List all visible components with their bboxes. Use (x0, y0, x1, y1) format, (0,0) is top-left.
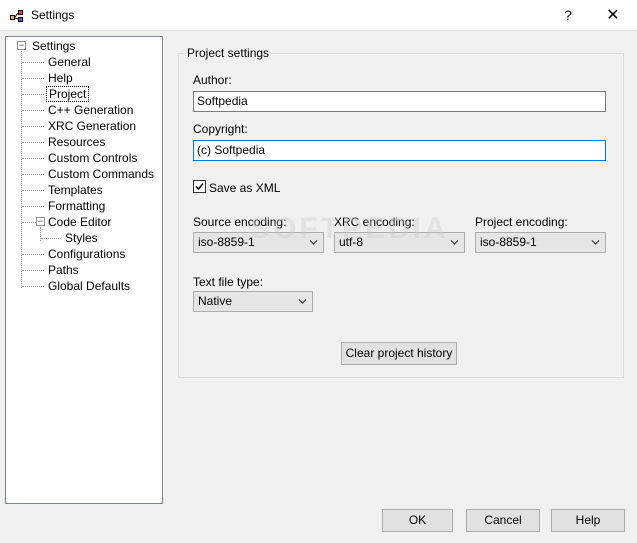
text-file-type-label: Text file type: (193, 275, 264, 289)
tree-connector (41, 238, 61, 239)
tree-connector (22, 94, 44, 95)
tree-item-label: Templates (48, 183, 103, 197)
tree-item-label: Configurations (48, 247, 126, 261)
ok-button[interactable]: OK (382, 509, 453, 532)
tree-item-label: General (48, 55, 91, 69)
tree-item-project[interactable]: Project (46, 86, 90, 102)
window-title: Settings (31, 8, 75, 22)
tree-item-templates[interactable]: Templates (46, 182, 105, 198)
tree-item-label: Global Defaults (48, 279, 131, 293)
checkmark-icon (195, 183, 204, 191)
tree-item-label: Formatting (48, 199, 106, 213)
tree-connector (22, 142, 44, 143)
tree-connector (21, 51, 22, 288)
tree-item-styles[interactable]: Styles (63, 230, 100, 246)
tree-item-formatting[interactable]: Formatting (46, 198, 107, 214)
tree-connector (22, 158, 44, 159)
tree-item-label: Code Editor (48, 215, 112, 229)
tree-item-configurations[interactable]: Configurations (46, 246, 127, 262)
source-encoding-label: Source encoding: (193, 215, 287, 229)
tree-item-label: Custom Controls (48, 151, 138, 165)
tree-connector (22, 110, 44, 111)
tree-item-c-generation[interactable]: C++ Generation (46, 102, 135, 118)
text-file-type-select[interactable]: Native (193, 291, 313, 312)
text-file-type-value: Native (198, 294, 233, 308)
tree-item-label: Styles (65, 231, 98, 245)
tree-connector (22, 126, 44, 127)
settings-tree[interactable]: − Settings General Help Project C++ Generat… (5, 36, 163, 504)
help-button[interactable]: Help (551, 509, 625, 532)
tree-item-code-editor[interactable]: Code Editor (46, 214, 113, 230)
project-encoding-label: Project encoding: (475, 215, 568, 229)
app-icon (9, 8, 25, 24)
help-title-button[interactable]: ? (546, 0, 590, 31)
tree-item-paths[interactable]: Paths (46, 262, 81, 278)
tree-item-custom-controls[interactable]: Custom Controls (46, 150, 139, 166)
tree-item-label: Custom Commands (48, 167, 155, 181)
collapse-icon[interactable]: − (36, 217, 45, 226)
tree-connector (22, 174, 44, 175)
title-bar: Settings ? ✕ (0, 0, 637, 31)
save-as-xml-label[interactable]: Save as XML (209, 181, 280, 195)
chevron-down-icon (450, 240, 459, 245)
tree-root-settings[interactable]: − Settings (10, 38, 77, 54)
tree-item-xrc-generation[interactable]: XRC Generation (46, 118, 138, 134)
tree-item-global-defaults[interactable]: Global Defaults (46, 278, 132, 294)
tree-item-label: C++ Generation (48, 103, 134, 117)
save-as-xml-checkbox[interactable] (193, 180, 206, 193)
clear-project-history-button[interactable]: Clear project history (341, 342, 457, 365)
xrc-encoding-select[interactable]: utf-8 (334, 232, 465, 253)
tree-connector (22, 206, 44, 207)
copyright-label: Copyright: (193, 122, 248, 136)
tree-item-label: Resources (48, 135, 106, 149)
tree-item-label: Help (48, 71, 73, 85)
chevron-down-icon (309, 240, 318, 245)
tree-item-label: Project (46, 86, 90, 102)
chevron-down-icon (591, 240, 600, 245)
tree-connector (22, 62, 44, 63)
tree-item-help[interactable]: Help (46, 70, 75, 86)
project-encoding-select[interactable]: iso-8859-1 (475, 232, 606, 253)
group-title: Project settings (184, 46, 273, 60)
tree-item-label: XRC Generation (48, 119, 137, 133)
tree-item-general[interactable]: General (46, 54, 93, 70)
tree-item-custom-commands[interactable]: Custom Commands (46, 166, 156, 182)
source-encoding-value: iso-8859-1 (198, 235, 255, 249)
xrc-encoding-value: utf-8 (339, 235, 364, 249)
close-title-button[interactable]: ✕ (591, 0, 635, 31)
tree-connector (22, 78, 44, 79)
tree-item-label: Settings (32, 39, 76, 53)
copyright-field[interactable]: (c) Softpedia (193, 140, 606, 161)
project-encoding-value: iso-8859-1 (480, 235, 537, 249)
source-encoding-select[interactable]: iso-8859-1 (193, 232, 324, 253)
author-label: Author: (193, 73, 232, 87)
collapse-icon[interactable]: − (17, 41, 26, 50)
chevron-down-icon (298, 299, 307, 304)
tree-item-resources[interactable]: Resources (46, 134, 107, 150)
tree-connector (22, 270, 44, 271)
author-field[interactable]: Softpedia (193, 91, 606, 112)
tree-connector (22, 190, 44, 191)
xrc-encoding-label: XRC encoding: (334, 215, 415, 229)
tree-connector (22, 254, 44, 255)
tree-connector (22, 286, 44, 287)
tree-item-label: Paths (48, 263, 79, 277)
cancel-button[interactable]: Cancel (466, 509, 540, 532)
